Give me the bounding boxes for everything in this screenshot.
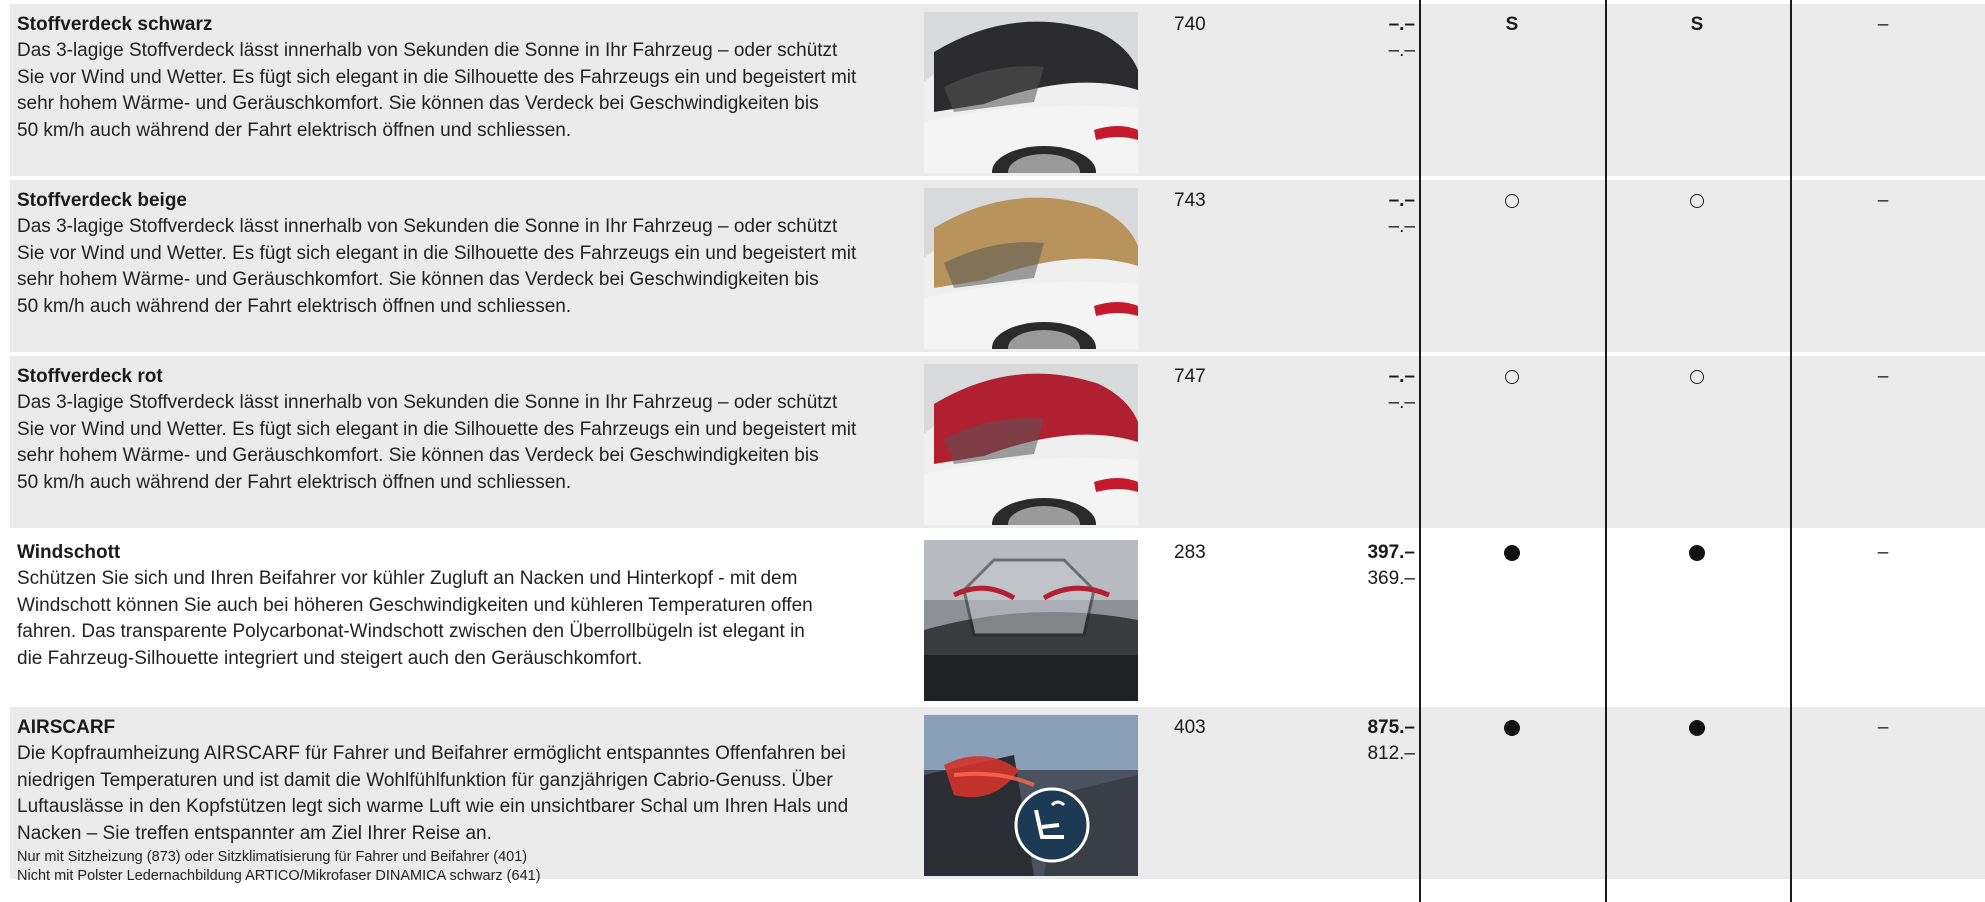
option-description: Das 3-lagige Stoffverdeck lässt innerhal… <box>17 390 917 496</box>
option-row: Stoffverdeck rot Das 3-lagige Stoffverdec… <box>10 356 1985 528</box>
column-rule-2 <box>1605 0 1607 902</box>
option-image <box>924 12 1138 173</box>
description-line: Das 3-lagige Stoffverdeck lässt innerhal… <box>17 392 838 413</box>
description-line: sehr hohem Wärme- und Geräuschkomfort. S… <box>17 93 819 114</box>
availability-cell-3: – <box>1877 366 1889 387</box>
description-line: 50 km/h auch während der Fahrt elektrisc… <box>17 295 572 317</box>
option-title: Windschott <box>17 542 121 563</box>
availability-cell-1 <box>1492 364 1532 390</box>
availability-cell-2 <box>1677 364 1717 390</box>
description-line: sehr hohem Wärme- und Geräuschkomfort. S… <box>17 445 819 466</box>
option-code: 740 <box>1174 14 1206 35</box>
option-row: Stoffverdeck beige Das 3-lagige Stoffverd… <box>10 180 1985 352</box>
description-line: fahren. Das transparente Polycarbonat-Wi… <box>17 621 805 642</box>
description-line: Luftauslässe in den Kopfstützen legt sic… <box>17 796 849 817</box>
open-circle-icon <box>1690 369 1704 384</box>
description-line: Das 3-lagige Stoffverdeck lässt innerhal… <box>17 40 838 61</box>
column-rule-3 <box>1790 0 1792 902</box>
description-line: Sie vor Wind und Wetter. Es fügt sich el… <box>17 66 857 88</box>
price-secondary: –.– <box>1388 392 1415 413</box>
option-image <box>924 188 1138 349</box>
price-secondary: 369.– <box>1367 568 1415 589</box>
description-line: Sie vor Wind und Wetter. Es fügt sich el… <box>17 242 857 264</box>
option-code: 747 <box>1174 366 1206 387</box>
description-line: 50 km/h auch während der Fahrt elektrisc… <box>17 119 572 141</box>
option-image <box>924 540 1138 701</box>
availability-cell-3: – <box>1877 717 1889 738</box>
description-line: 50 km/h auch während der Fahrt elektrisc… <box>17 471 572 493</box>
option-description: Die Kopfraumheizung AIRSCARF für Fahrer … <box>17 741 917 847</box>
option-title: Stoffverdeck beige <box>17 190 187 211</box>
price-primary: –.– <box>1388 366 1415 387</box>
availability-cell-3: – <box>1877 542 1889 563</box>
description-line: Das 3-lagige Stoffverdeck lässt innerhal… <box>17 216 838 237</box>
option-image <box>924 364 1138 525</box>
option-title: Stoffverdeck schwarz <box>17 14 213 35</box>
option-row: Windschott Schützen Sie sich und Ihren Be… <box>10 532 1985 704</box>
option-code: 743 <box>1174 190 1206 211</box>
option-description: Das 3-lagige Stoffverdeck lässt innerhal… <box>17 38 917 144</box>
option-note: Nicht mit Polster Ledernachbildung ARTIC… <box>17 868 541 884</box>
availability-cell-2 <box>1677 188 1717 214</box>
option-row: AIRSCARF Die Kopfraumheizung AIRSCARF für… <box>10 707 1985 884</box>
availability-cell-2 <box>1677 540 1717 566</box>
description-line: Sie vor Wind und Wetter. Es fügt sich el… <box>17 418 857 440</box>
option-image <box>924 715 1138 876</box>
availability-cell-3: – <box>1877 14 1889 35</box>
option-row: Stoffverdeck schwarz Das 3-lagige Stoffve… <box>10 4 1985 176</box>
option-code: 403 <box>1174 717 1206 738</box>
description-line: die Fahrzeug-Silhouette integriert und s… <box>17 647 643 669</box>
price-primary: –.– <box>1388 190 1415 211</box>
open-circle-icon <box>1690 193 1704 208</box>
option-description: Das 3-lagige Stoffverdeck lässt innerhal… <box>17 214 917 320</box>
price-primary: –.– <box>1388 14 1415 35</box>
availability-cell-1: S <box>1505 14 1519 35</box>
description-line: Schützen Sie sich und Ihren Beifahrer vo… <box>17 568 798 589</box>
price-primary: 397.– <box>1367 542 1415 563</box>
availability-cell-3: – <box>1877 190 1889 211</box>
price-secondary: –.– <box>1388 40 1415 61</box>
option-code: 283 <box>1174 542 1206 563</box>
option-title: Stoffverdeck rot <box>17 366 163 387</box>
availability-cell-1 <box>1492 715 1532 741</box>
description-line: Nacken – Sie treffen entspannter am Ziel… <box>17 822 492 844</box>
option-title: AIRSCARF <box>17 717 116 738</box>
price-primary: 875.– <box>1367 717 1415 738</box>
open-circle-icon <box>1505 369 1519 384</box>
filled-circle-icon <box>1689 719 1705 736</box>
description-line: sehr hohem Wärme- und Geräuschkomfort. S… <box>17 269 819 290</box>
availability-cell-2 <box>1677 715 1717 741</box>
filled-circle-icon <box>1504 544 1520 561</box>
option-note: Nur mit Sitzheizung (873) oder Sitzklima… <box>17 849 528 865</box>
filled-circle-icon <box>1689 544 1705 561</box>
description-line: Die Kopfraumheizung AIRSCARF für Fahrer … <box>17 743 846 764</box>
column-rule-1 <box>1419 0 1421 902</box>
price-secondary: –.– <box>1388 216 1415 237</box>
description-line: niedrigen Temperaturen und ist damit die… <box>17 769 833 791</box>
option-description: Schützen Sie sich und Ihren Beifahrer vo… <box>17 566 917 672</box>
availability-cell-1 <box>1492 188 1532 214</box>
description-line: Windschott können Sie auch bei höheren G… <box>17 594 813 616</box>
open-circle-icon <box>1505 193 1519 208</box>
price-secondary: 812.– <box>1367 743 1415 764</box>
filled-circle-icon <box>1504 719 1520 736</box>
availability-cell-2: S <box>1690 14 1704 35</box>
availability-cell-1 <box>1492 540 1532 566</box>
